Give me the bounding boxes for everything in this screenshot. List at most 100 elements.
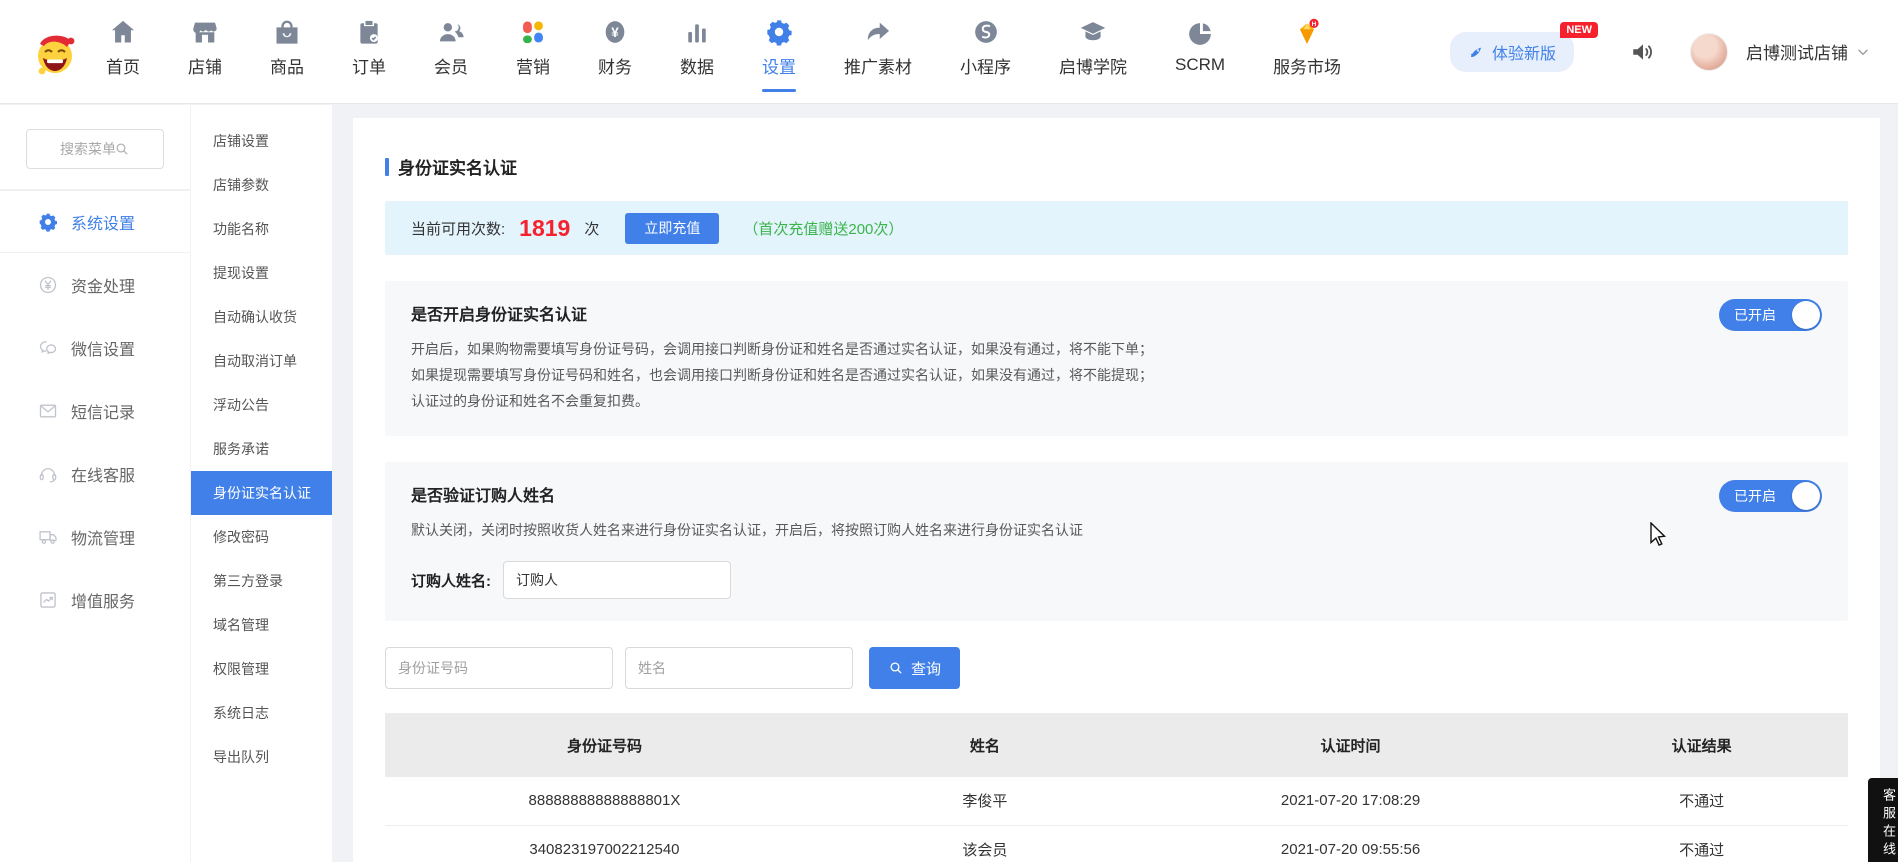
orderer-name-label: 订购人姓名: (411, 570, 491, 591)
quota-banner: 当前可用次数: 1819 次 立即充值 （首次充值赠送200次） (385, 201, 1848, 255)
sms-icon (38, 401, 58, 421)
sidebar-item-label: 增值服务 (71, 588, 135, 612)
table-cell-time: 2021-07-20 09:55:56 (1146, 825, 1556, 862)
orderer-name-toggle[interactable]: 已开启 (1719, 480, 1822, 512)
table-cell-name: 李俊平 (824, 777, 1146, 825)
submenu-item-7[interactable]: 浮动公告 (191, 383, 332, 427)
nav-item-9[interactable]: 设置 (760, 12, 798, 92)
avatar (1690, 33, 1728, 71)
table-row: 340823197002212540该会员2021-07-20 09:55:56… (385, 825, 1848, 862)
id-auth-desc-line: 认证过的身份证和姓名不会重复扣费。 (411, 388, 1822, 414)
submenu-item-15[interactable]: 导出队列 (191, 735, 332, 779)
submenu-item-2[interactable]: 店铺参数 (191, 163, 332, 207)
app-logo-icon[interactable] (30, 28, 78, 76)
nav-item-13[interactable]: SCRM (1173, 14, 1227, 89)
id-auth-desc-line: 如果提现需要填写身份证号码和姓名，也会调用接口判断身份证和姓名是否通过实名认证，… (411, 362, 1822, 388)
submenu-item-3[interactable]: 功能名称 (191, 207, 332, 251)
submenu-item-6[interactable]: 自动取消订单 (191, 339, 332, 383)
nav-item-1[interactable]: 首页 (104, 12, 142, 92)
content-panel: 身份证实名认证 当前可用次数: 1819 次 立即充值 （首次充值赠送200次）… (353, 118, 1880, 862)
promo-icon (864, 18, 892, 46)
nav-item-2[interactable]: 店铺 (186, 12, 224, 92)
first-recharge-promo: （首次充值赠送200次） (743, 218, 903, 239)
sidebar-item-2[interactable]: 资金处理 (0, 253, 190, 316)
sidebar-item-7[interactable]: 增值服务 (0, 568, 190, 631)
submenu-item-5[interactable]: 自动确认收货 (191, 295, 332, 339)
account-menu[interactable]: 启博测试店铺 (1690, 33, 1870, 71)
sidebar-item-label: 物流管理 (71, 525, 135, 549)
submenu-item-10[interactable]: 修改密码 (191, 515, 332, 559)
recharge-button[interactable]: 立即充值 (625, 213, 719, 244)
nav-item-label: 订单 (352, 53, 386, 78)
table-cell-result: 不通过 (1555, 825, 1848, 862)
main-nav: 首页店铺 商品 订单 会员 营销 ¥财务 数据设置推广素材小程序启博学院 SCRM H 服务市场 (104, 12, 1343, 92)
scrm-icon (1186, 20, 1214, 48)
toggle-state-label: 已开启 (1734, 486, 1776, 506)
nav-item-label: SCRM (1175, 55, 1225, 75)
nav-item-label: 会员 (434, 53, 468, 78)
marketing-icon (519, 18, 547, 46)
nav-item-14[interactable]: H 服务市场 (1271, 12, 1343, 92)
submenu-item-14[interactable]: 系统日志 (191, 691, 332, 735)
toggle-state-label: 已开启 (1734, 305, 1776, 325)
nav-item-label: 店铺 (188, 53, 222, 78)
submenu-item-8[interactable]: 服务承诺 (191, 427, 332, 471)
table-header-row: 身份证号码姓名认证时间认证结果 (385, 713, 1848, 777)
query-button[interactable]: 查询 (869, 647, 960, 689)
table-cell-name: 该会员 (824, 825, 1146, 862)
name-search-input[interactable] (625, 647, 853, 689)
search-icon (888, 660, 904, 676)
submenu-item-11[interactable]: 第三方登录 (191, 559, 332, 603)
title-accent-bar (385, 158, 389, 176)
home-icon (109, 18, 137, 46)
wechat-icon (38, 338, 58, 358)
menu-search-input[interactable] (26, 129, 164, 169)
nav-item-6[interactable]: 营销 (514, 12, 552, 92)
announcement-speaker-icon[interactable] (1630, 39, 1656, 65)
nav-item-label: 服务市场 (1273, 53, 1341, 78)
primary-sidebar-menu: 系统设置资金处理微信设置短信记录在线客服物流管理增值服务 (0, 190, 190, 631)
sidebar-item-4[interactable]: 短信记录 (0, 379, 190, 442)
sidebar-item-6[interactable]: 物流管理 (0, 505, 190, 568)
nav-item-10[interactable]: 推广素材 (842, 12, 914, 92)
sidebar-item-3[interactable]: 微信设置 (0, 316, 190, 379)
table-cell-result: 不通过 (1555, 777, 1848, 825)
market-icon: H (1293, 18, 1321, 46)
nav-item-11[interactable]: 小程序 (958, 12, 1013, 92)
nav-item-7[interactable]: ¥财务 (596, 12, 634, 92)
miniapp-icon (972, 18, 1000, 46)
sidebar-item-label: 资金处理 (71, 273, 135, 297)
logistics-icon (38, 527, 58, 547)
nav-item-3[interactable]: 商品 (268, 12, 306, 92)
table-cell-time: 2021-07-20 17:08:29 (1146, 777, 1556, 825)
auth-records-table: 身份证号码姓名认证时间认证结果 88888888888888801X李俊平202… (385, 713, 1848, 862)
finance-icon: ¥ (601, 18, 629, 46)
nav-item-label: 启博学院 (1059, 53, 1127, 78)
id-auth-toggle[interactable]: 已开启 (1719, 299, 1822, 331)
submenu-item-9[interactable]: 身份证实名认证 (191, 471, 332, 515)
store-icon (191, 18, 219, 46)
submenu-item-12[interactable]: 域名管理 (191, 603, 332, 647)
submenu-item-13[interactable]: 权限管理 (191, 647, 332, 691)
submenu-item-1[interactable]: 店铺设置 (191, 119, 332, 163)
submenu-item-4[interactable]: 提现设置 (191, 251, 332, 295)
id-auth-title: 是否开启身份证实名认证 (411, 301, 1822, 325)
customer-service-tab[interactable]: 客服在线 (1868, 778, 1898, 862)
try-new-version-button[interactable]: 体验新版 NEW (1450, 32, 1574, 72)
settings-icon (765, 18, 793, 46)
nav-item-label: 商品 (270, 53, 304, 78)
nav-item-12[interactable]: 启博学院 (1057, 12, 1129, 92)
sidebar-item-5[interactable]: 在线客服 (0, 442, 190, 505)
toggle-knob (1792, 301, 1820, 329)
orders-icon (355, 18, 383, 46)
id-number-search-input[interactable] (385, 647, 613, 689)
academy-icon (1079, 18, 1107, 46)
nav-item-8[interactable]: 数据 (678, 12, 716, 92)
nav-item-5[interactable]: 会员 (432, 12, 470, 92)
orderer-name-input[interactable] (503, 561, 731, 599)
nav-item-4[interactable]: 订单 (350, 12, 388, 92)
table-header-cell: 身份证号码 (385, 713, 824, 777)
page-title: 身份证实名认证 (385, 154, 1848, 179)
main-area: 身份证实名认证 当前可用次数: 1819 次 立即充值 （首次充值赠送200次）… (332, 105, 1898, 862)
sidebar-item-1[interactable]: 系统设置 (0, 190, 190, 253)
